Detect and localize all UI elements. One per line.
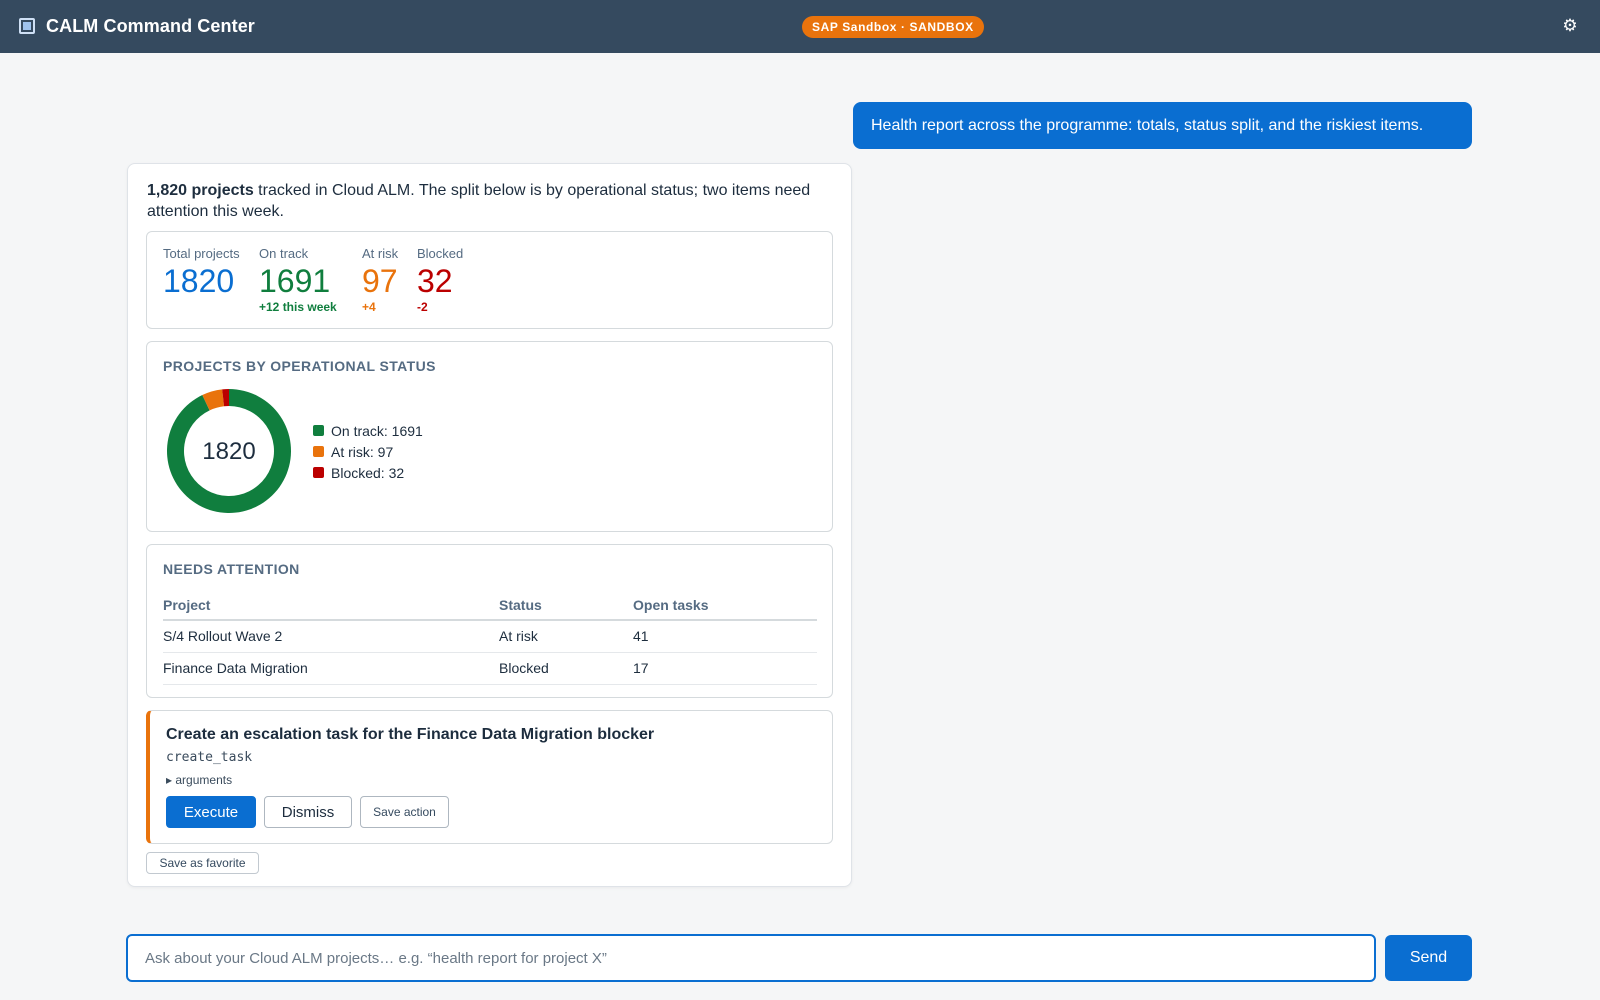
cell-open-tasks: 17 [633,652,817,685]
kpi-on-track: On track 1691 +12 this week [259,246,337,314]
app-title: CALM Command Center [46,16,255,36]
column-header-open-tasks: Open tasks [633,590,817,621]
environment-badge: SAP Sandbox · SANDBOX [802,16,984,38]
kpi-at-risk: At risk 97 +4 [362,246,398,314]
assistant-intro: 1,820 projects tracked in Cloud ALM. The… [147,180,827,222]
legend-swatch [313,467,324,478]
kpi-label: Blocked [417,246,464,261]
table-row: Finance Data Migration Blocked 17 [163,652,817,685]
kpi-delta: +4 [362,300,376,314]
kpi-value: 32 [417,263,453,299]
action-function-name: create_task [166,750,253,765]
suggested-action-card: Create an escalation task for the Financ… [146,710,833,844]
attention-table: Project Status Open tasks S/4 Rollout Wa… [163,590,817,685]
cell-project: S/4 Rollout Wave 2 [163,620,499,653]
legend-label: At risk: 97 [331,443,394,460]
table-row: S/4 Rollout Wave 2 At risk 41 [163,620,817,653]
kpi-delta: -2 [417,300,428,314]
legend-item-blocked: Blocked: 32 [313,462,423,483]
kpi-value: 97 [362,263,398,299]
kpi-label: Total projects [163,246,240,261]
column-header-project: Project [163,590,499,621]
legend-item-at-risk: At risk: 97 [313,441,423,462]
gear-icon[interactable]: ⚙ [1560,15,1580,37]
arguments-label: arguments [175,773,233,787]
legend-swatch [313,446,324,457]
legend-label: On track: 1691 [331,422,423,439]
dismiss-button[interactable]: Dismiss [264,796,352,828]
chat-input[interactable] [126,934,1376,982]
send-button[interactable]: Send [1385,935,1472,981]
assistant-response-card: 1,820 projects tracked in Cloud ALM. The… [127,163,852,887]
kpi-label: At risk [362,246,399,261]
kpi-panel: Total projects 1820 On track 1691 +12 th… [146,231,833,329]
column-header-status: Status [499,590,633,621]
cell-status: Blocked [499,652,633,685]
arguments-toggle[interactable]: ▸ arguments [166,773,232,787]
needs-attention-panel: NEEDS ATTENTION Project Status Open task… [146,544,833,698]
caret-right-icon: ▸ [166,773,173,787]
legend-item-on-track: On track: 1691 [313,420,423,441]
kpi-value: 1820 [163,263,235,299]
cell-status: At risk [499,620,633,653]
execute-button[interactable]: Execute [166,796,256,828]
cell-open-tasks: 41 [633,620,817,653]
app-window-icon [19,18,35,34]
intro-highlight: 1,820 projects [147,182,254,199]
top-bar: CALM Command Center SAP Sandbox · SANDBO… [0,0,1600,53]
kpi-blocked: Blocked 32 -2 [417,246,463,314]
user-message: Health report across the programme: tota… [853,102,1472,149]
cell-project: Finance Data Migration [163,652,499,685]
status-donut-chart: 1820 [167,389,291,513]
action-title: Create an escalation task for the Financ… [166,726,655,743]
legend-label: Blocked: 32 [331,464,405,481]
kpi-label: On track [259,246,309,261]
legend-swatch [313,425,324,436]
table-header-row: Project Status Open tasks [163,590,817,621]
kpi-value: 1691 [259,263,331,299]
kpi-total-projects: Total projects 1820 [163,246,240,300]
chart-section-title: PROJECTS BY OPERATIONAL STATUS [163,358,436,374]
status-chart-panel: PROJECTS BY OPERATIONAL STATUS 1820 On t… [146,341,833,532]
save-action-button[interactable]: Save action [360,796,449,828]
donut-center-label: 1820 [202,438,255,465]
save-as-favorite-button[interactable]: Save as favorite [146,852,259,874]
kpi-delta: +12 this week [259,300,337,314]
attention-section-title: NEEDS ATTENTION [163,561,300,577]
chart-legend: On track: 1691 At risk: 97 Blocked: 32 [313,420,423,483]
